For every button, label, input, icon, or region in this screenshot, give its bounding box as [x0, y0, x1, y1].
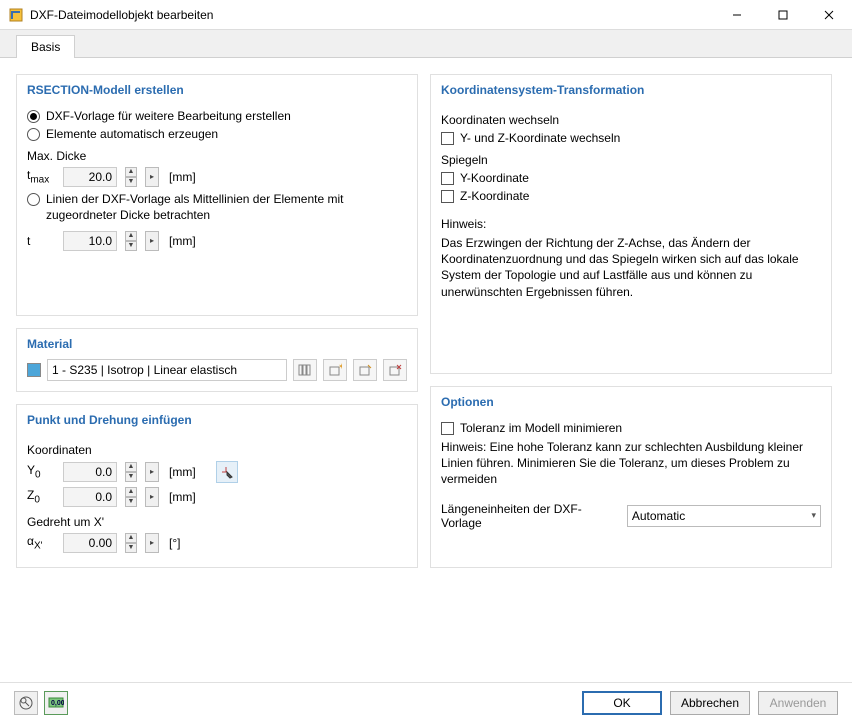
tmax-more[interactable]: ▸	[145, 167, 159, 187]
app-icon	[8, 7, 24, 23]
tmax-symbol: tmax	[27, 168, 57, 185]
svg-text:0,00: 0,00	[51, 700, 64, 707]
swap-yz-checkbox[interactable]	[441, 132, 454, 145]
svg-text:✶: ✶	[338, 363, 342, 371]
minimize-button[interactable]	[714, 0, 760, 30]
hint-label: Hinweis:	[441, 217, 486, 231]
length-units-combo[interactable]: Automatic ▾	[627, 505, 821, 527]
material-edit-button[interactable]	[353, 359, 377, 381]
t-unit: [mm]	[169, 234, 196, 248]
tmax-input[interactable]	[63, 167, 117, 187]
length-units-value: Automatic	[632, 509, 812, 523]
material-library-button[interactable]	[293, 359, 317, 381]
y0-spinner[interactable]: ▲▼	[125, 462, 137, 482]
panel-coord: Koordinatensystem-Transformation Koordin…	[430, 74, 832, 374]
alpha-input[interactable]	[63, 533, 117, 553]
units-button[interactable]: 0,00	[44, 691, 68, 715]
material-new-button[interactable]: ✶	[323, 359, 347, 381]
mirror-y-label: Y-Koordinate	[460, 171, 529, 185]
tab-strip: Basis	[0, 30, 852, 58]
mirror-y-checkbox[interactable]	[441, 172, 454, 185]
tolerance-hint: Hinweis: Eine hohe Toleranz kann zur sch…	[441, 439, 821, 488]
info-button[interactable]	[14, 691, 38, 715]
material-swatch	[27, 363, 41, 377]
z0-more[interactable]: ▸	[145, 487, 159, 507]
tolerance-label: Toleranz im Modell minimieren	[460, 421, 622, 435]
ok-button[interactable]: OK	[582, 691, 662, 715]
material-field[interactable]: 1 - S235 | Isotrop | Linear elastisch	[47, 359, 287, 381]
radio-template-label: DXF-Vorlage für weitere Bearbeitung erst…	[46, 109, 291, 123]
tmax-unit: [mm]	[169, 170, 196, 184]
swap-group-label: Koordinaten wechseln	[441, 113, 559, 127]
t-input[interactable]	[63, 231, 117, 251]
panel-rsection: RSECTION-Modell erstellen DXF-Vorlage fü…	[16, 74, 418, 316]
panel-point: Punkt und Drehung einfügen Koordinaten Y…	[16, 404, 418, 568]
radio-auto-elements[interactable]	[27, 128, 40, 141]
mirror-z-label: Z-Koordinate	[460, 189, 529, 203]
radio-centerlines-label: Linien der DXF-Vorlage als Mittellinien …	[46, 191, 407, 223]
t-symbol: t	[27, 234, 57, 248]
radio-template[interactable]	[27, 110, 40, 123]
apply-button[interactable]: Anwenden	[758, 691, 838, 715]
tab-basis[interactable]: Basis	[16, 35, 75, 58]
maximize-button[interactable]	[760, 0, 806, 30]
rotation-label: Gedreht um X'	[27, 515, 104, 529]
radio-auto-elements-label: Elemente automatisch erzeugen	[46, 127, 218, 141]
alpha-unit: [°]	[169, 536, 180, 550]
tmax-spinner[interactable]: ▲▼	[125, 167, 137, 187]
coord-label: Koordinaten	[27, 443, 92, 457]
point-head: Punkt und Drehung einfügen	[17, 405, 417, 431]
t-spinner[interactable]: ▲▼	[125, 231, 137, 251]
y0-input[interactable]	[63, 462, 117, 482]
alpha-symbol: αX'	[27, 534, 57, 551]
t-more[interactable]: ▸	[145, 231, 159, 251]
footer: 0,00 OK Abbrechen Anwenden	[0, 682, 852, 722]
material-delete-button[interactable]	[383, 359, 407, 381]
material-head: Material	[17, 329, 417, 355]
z0-unit: [mm]	[169, 490, 196, 504]
y0-symbol: Y0	[27, 463, 57, 480]
z0-symbol: Z0	[27, 488, 57, 505]
y0-unit: [mm]	[169, 465, 196, 479]
swap-yz-label: Y- und Z-Koordinate wechseln	[460, 131, 620, 145]
options-head: Optionen	[431, 387, 831, 413]
titlebar: DXF-Dateimodellobjekt bearbeiten	[0, 0, 852, 30]
max-thickness-label: Max. Dicke	[27, 149, 86, 163]
alpha-more[interactable]: ▸	[145, 533, 159, 553]
rsection-head: RSECTION-Modell erstellen	[17, 75, 417, 101]
mirror-z-checkbox[interactable]	[441, 190, 454, 203]
mirror-group-label: Spiegeln	[441, 153, 488, 167]
length-units-label: Längeneinheiten der DXF-Vorlage	[441, 502, 617, 530]
coord-head: Koordinatensystem-Transformation	[431, 75, 831, 101]
y0-more[interactable]: ▸	[145, 462, 159, 482]
tolerance-checkbox[interactable]	[441, 422, 454, 435]
window-title: DXF-Dateimodellobjekt bearbeiten	[30, 8, 714, 22]
alpha-spinner[interactable]: ▲▼	[125, 533, 137, 553]
z0-input[interactable]	[63, 487, 117, 507]
chevron-down-icon: ▾	[811, 510, 816, 521]
cancel-button[interactable]: Abbrechen	[670, 691, 750, 715]
radio-centerlines[interactable]	[27, 193, 40, 206]
close-button[interactable]	[806, 0, 852, 30]
z0-spinner[interactable]: ▲▼	[125, 487, 137, 507]
pick-point-button[interactable]	[216, 461, 238, 483]
hint-body: Das Erzwingen der Richtung der Z-Achse, …	[441, 235, 821, 300]
panel-material: Material 1 - S235 | Isotrop | Linear ela…	[16, 328, 418, 392]
panel-options: Optionen Toleranz im Modell minimieren H…	[430, 386, 832, 568]
